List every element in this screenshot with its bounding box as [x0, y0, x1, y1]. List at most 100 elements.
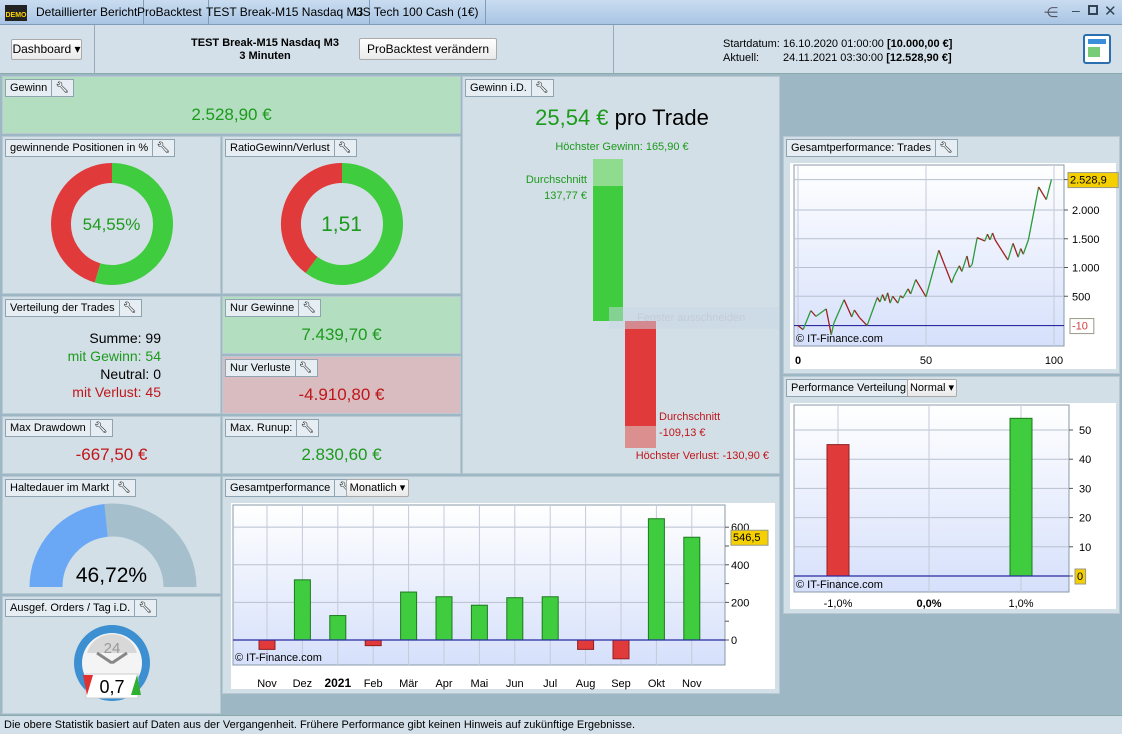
start-label: Startdatum: — [723, 38, 780, 50]
avg-gain-label: Durchschnitt — [525, 174, 587, 186]
share-icon[interactable]: ⋲ — [1044, 4, 1058, 21]
tab-probacktest[interactable]: ProBacktest — [131, 0, 209, 25]
trades-chart: 500 1.000 1.500 2.000 0 50 100 2.528,9 -10 © IT-F… — [790, 163, 1119, 369]
wrench-icon[interactable]: 🔧︎ — [294, 360, 313, 376]
panel-max-drawdown: Max Drawdown 🔧︎ -667,50 € — [2, 416, 221, 474]
panel-max-runup: Max. Runup: 🔧︎ 2.830,60 € — [222, 416, 461, 474]
x-tick-label: Mär — [399, 678, 418, 690]
x-tick-label: Aug — [576, 678, 596, 690]
y-tick-label: 500 — [1072, 291, 1090, 303]
x-tick-label: Feb — [364, 678, 383, 690]
panel-title: gewinnende Positionen in % 🔧︎ — [5, 139, 176, 157]
disclaimer-footer: Die obere Statistik basiert auf Daten au… — [0, 715, 1122, 734]
dashboard-label: Dashboard — [12, 42, 72, 56]
maximize-icon[interactable] — [1088, 5, 1098, 15]
wrench-icon[interactable]: 🔧︎ — [51, 80, 69, 96]
change-backtest-button[interactable]: ProBacktest verändern — [359, 38, 497, 60]
dashboard-dropdown[interactable]: Dashboard ▾ — [11, 39, 82, 60]
wrench-icon[interactable]: 🔧︎ — [152, 140, 170, 156]
wrench-icon[interactable]: 🔧︎ — [296, 420, 314, 436]
panel-title: Nur Verluste 🔧︎ — [225, 359, 318, 377]
y-tick-label: 2.000 — [1072, 205, 1100, 217]
current-date: 24.11.2021 03:30:00 — [783, 52, 884, 64]
panel-title: Haltedauer im Markt 🔧︎ — [5, 479, 137, 497]
strategy-name: TEST Break-M15 Nasdaq M3 — [191, 37, 339, 49]
y-tick-label: 0 — [731, 635, 737, 647]
copyright: © IT-Finance.com — [235, 652, 322, 664]
panel-gewinn: Gewinn 🔧︎ 2.528,90 € — [2, 76, 461, 134]
demo-logo: DEMO — [5, 5, 27, 21]
x-tick-label: 0 — [795, 355, 801, 367]
panel-title: Gesamtperformance🔧︎ — [225, 479, 358, 497]
bar-Apr — [435, 596, 453, 641]
distribution-chart: 10 20 30 40 50 -1,0% 0,0% 1,0% 0 © IT-Finance.com — [790, 403, 1116, 610]
tab-detailed-report[interactable]: Detaillierter Bericht — [30, 0, 145, 25]
trades-losses: mit Verlust: 45 — [72, 384, 161, 400]
panel-monthly-performance: Gesamtperformance🔧︎ Monatlich ▾ 02004006… — [222, 476, 780, 694]
copyright: © IT-Finance.com — [796, 333, 883, 345]
tab-instrument[interactable]: US Tech 100 Cash (1€) — [348, 0, 486, 25]
current-label: Aktuell: — [723, 52, 760, 64]
x-tick-label: Mai — [471, 678, 489, 690]
panel-only-gains: Nur Gewinne 🔧︎ 7.439,70 € — [222, 296, 461, 354]
report-settings-icon[interactable] — [1083, 34, 1111, 64]
panel-title: Max Drawdown 🔧︎ — [5, 419, 113, 437]
x-tick-label: Apr — [435, 678, 452, 690]
panel-title: Gewinn 🔧︎ — [5, 79, 75, 97]
x-tick-label: 100 — [1045, 355, 1063, 367]
wrench-icon[interactable]: 🔧︎ — [113, 480, 131, 496]
y-tick-label: 10 — [1079, 542, 1091, 554]
gain-per-trade-suffix: pro Trade — [614, 105, 709, 130]
only-gains-value: 7.439,70 € — [301, 325, 382, 344]
y-tick-label: 1.000 — [1072, 263, 1100, 275]
wrench-icon[interactable]: 🔧︎ — [333, 140, 352, 156]
timeframe: 3 Minuten — [239, 50, 291, 62]
current-capital: [12.528,90 €] — [886, 52, 952, 64]
wrench-icon[interactable]: 🔧︎ — [134, 600, 152, 616]
avg-loss-value: -109,13 € — [659, 427, 706, 439]
y-tick-label: 1.500 — [1072, 234, 1100, 246]
report-header: Dashboard ▾ TEST Break-M15 Nasdaq M3 3 M… — [0, 25, 1122, 74]
bar-2021 — [329, 615, 347, 641]
panel-time-in-market: Haltedauer im Markt 🔧︎ 46,72% — [2, 476, 221, 594]
avg-gain-bar — [593, 159, 623, 321]
panel-title: Performance Verteilung — [786, 379, 911, 397]
avg-loss-bar — [625, 321, 656, 448]
title-bar: DEMO Detaillierter Bericht ProBacktest T… — [0, 0, 1122, 25]
minimize-icon[interactable]: – — [1072, 2, 1080, 18]
bar-Okt — [647, 518, 665, 641]
wrench-icon[interactable]: 🔧︎ — [935, 140, 953, 156]
trades-sum: Summe: 99 — [89, 330, 161, 346]
trades-wins: mit Gewinn: 54 — [67, 348, 161, 364]
panel-title: Gewinn i.D. 🔧︎ — [465, 79, 554, 97]
panel-title: Gesamtperformance: Trades 🔧︎ — [786, 139, 958, 157]
wrench-icon[interactable]: 🔧︎ — [89, 420, 108, 436]
bar-Nov — [683, 536, 701, 641]
tab-strategy[interactable]: TEST Break-M15 Nasdaq M3 — [200, 0, 371, 25]
avg-gain-value: 137,77 € — [544, 190, 587, 202]
panel-trade-distribution: Verteilung der Trades 🔧︎ Summe: 99 mit Ge… — [2, 296, 221, 414]
x-tick-label: Okt — [648, 678, 665, 690]
x-tick-label: 0,0% — [916, 598, 941, 610]
time-in-market-value: 46,72% — [75, 564, 148, 587]
monthly-mode-dropdown[interactable]: Monatlich ▾ — [346, 479, 409, 497]
x-tick-label: 1,0% — [1008, 598, 1033, 610]
bar-Dez — [293, 579, 311, 641]
bar-Mär — [400, 591, 418, 641]
last-value-label: 546,5 — [733, 532, 761, 544]
y-tick-label: 30 — [1079, 483, 1091, 495]
trades-neutral: Neutral: 0 — [100, 366, 161, 382]
wrench-icon[interactable]: 🔧︎ — [298, 300, 316, 316]
wrench-icon[interactable]: 🔧︎ — [118, 300, 137, 316]
max-drawdown-value: -667,50 € — [75, 445, 148, 464]
tooltip: Fenster ausschneiden — [609, 307, 779, 329]
panel-trades-performance: Gesamtperformance: Trades 🔧︎ 500 1.000 1.50… — [783, 136, 1120, 374]
distribution-mode-dropdown[interactable]: Normal ▾ — [907, 379, 957, 397]
panel-title: Verteilung der Trades 🔧︎ — [5, 299, 142, 317]
orders-value: 0,7 — [99, 677, 124, 697]
bar-Feb — [364, 639, 382, 647]
panel-title: Max. Runup: 🔧︎ — [225, 419, 320, 437]
wrench-icon[interactable]: 🔧︎ — [530, 80, 549, 96]
monthly-chart: 0200400600Nov Dez 2021 Feb Mär Apr Mai Jun Jul Au… — [231, 503, 775, 690]
close-icon[interactable]: ✕ — [1104, 2, 1117, 20]
